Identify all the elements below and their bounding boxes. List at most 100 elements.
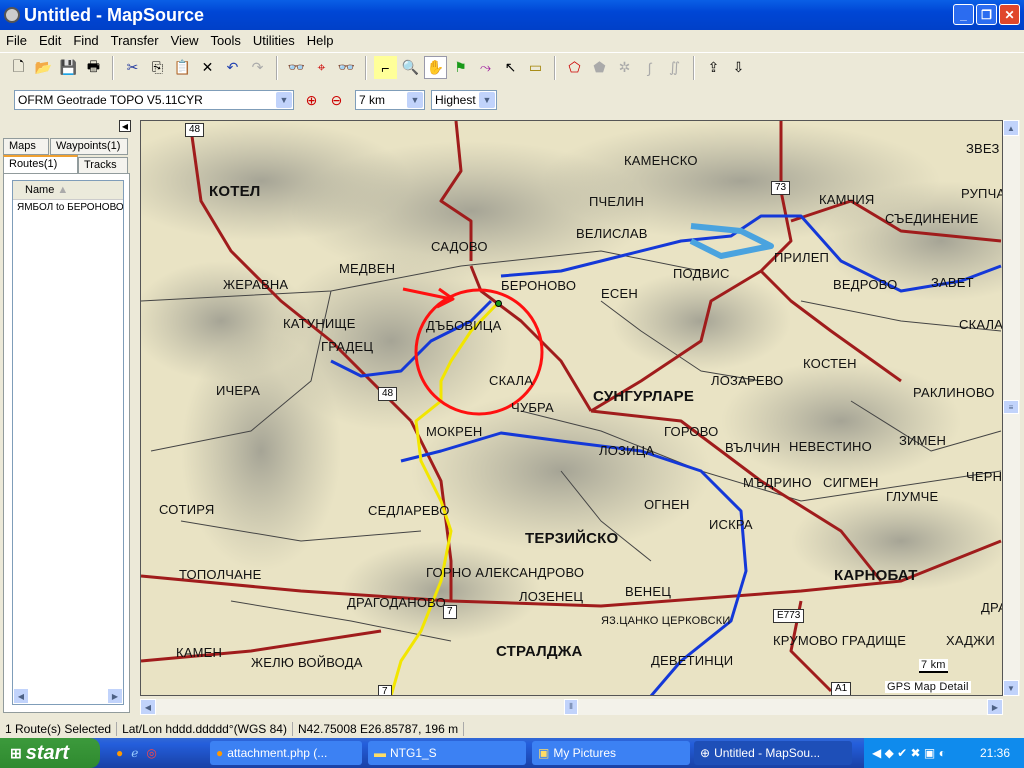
- map-detail-label: GPS Map Detail: [885, 681, 971, 693]
- maximize-button[interactable]: ❐: [976, 4, 997, 25]
- tray-icons[interactable]: ◀ ◆ ✔ ✖ ▣ ◐: [872, 746, 946, 760]
- chevron-down-icon[interactable]: ▼: [276, 92, 292, 108]
- task-label: My Pictures: [553, 746, 617, 760]
- find-recent-icon[interactable]: 👓: [335, 56, 358, 79]
- minimize-button[interactable]: _: [953, 4, 974, 25]
- town-label: СОТИРЯ: [159, 502, 215, 517]
- town-label: ЛОЗАРЕВО: [711, 373, 784, 388]
- menu-file[interactable]: File: [0, 33, 33, 48]
- split-icon[interactable]: ✲: [613, 56, 636, 79]
- vertical-scroll-thumb[interactable]: ≡: [1003, 400, 1019, 414]
- main-toolbar: 🗋 📂 💾 🖶 ✂ ⎘ 📋 ✕ ↶ ↷ 👓 ⌖ 👓 ⌐ 🔍 ✋ ⚑ ⤳ ↖ ▭ …: [0, 52, 1024, 82]
- zoom-in-icon[interactable]: ⊕: [300, 89, 323, 112]
- map-horizontal-scrollbar[interactable]: ◀ ⦀ ▶: [140, 699, 1003, 715]
- paste-icon[interactable]: 📋: [171, 56, 194, 79]
- join-icon[interactable]: ∫: [638, 56, 661, 79]
- find-nearest-icon[interactable]: ⌖: [310, 56, 333, 79]
- town-label: СУНГУРЛАРЕ: [593, 388, 695, 405]
- collapse-panel-icon[interactable]: ◀: [119, 120, 131, 132]
- detail-value: Highest: [435, 93, 476, 107]
- task-label: attachment.php (...: [227, 746, 328, 760]
- save-icon[interactable]: 💾: [57, 56, 80, 79]
- waypoint-tool-icon[interactable]: ⚑: [449, 56, 472, 79]
- town-label: ВЕНЕЦ: [625, 584, 672, 599]
- town-label: ВЕДРОВО: [833, 277, 898, 292]
- menu-view[interactable]: View: [165, 33, 205, 48]
- town-label: ДРАГОДАНОВО: [347, 595, 446, 610]
- task-mapsource[interactable]: ⊕ Untitled - MapSou...: [694, 741, 852, 765]
- menu-edit[interactable]: Edit: [33, 33, 67, 48]
- mapsource-icon: ⊕: [700, 746, 711, 760]
- send-to-device-icon[interactable]: ⇩: [727, 56, 750, 79]
- scroll-up-button[interactable]: ▲: [1003, 120, 1019, 136]
- chevron-down-icon[interactable]: ▼: [479, 92, 495, 108]
- find-icon[interactable]: 👓: [285, 56, 308, 79]
- copy-icon[interactable]: ⎘: [146, 56, 169, 79]
- zoom-tool-icon[interactable]: 🔍: [399, 56, 422, 79]
- route-tool-icon[interactable]: ⤳: [474, 56, 497, 79]
- menu-tools[interactable]: Tools: [205, 33, 247, 48]
- town-label: КАРНОБАТ: [834, 567, 918, 584]
- measure-tool-icon[interactable]: ▭: [524, 56, 547, 79]
- town-label: ДЕВЕТИНЦИ: [651, 653, 734, 668]
- task-attachment[interactable]: ● attachment.php (...: [210, 741, 362, 765]
- erase-icon[interactable]: ⬟: [588, 56, 611, 79]
- cursor-position: N42.75008 E26.85787, 196 m: [293, 722, 465, 736]
- new-icon[interactable]: 🗋: [7, 56, 30, 79]
- town-label: СИГМЕН: [823, 475, 879, 490]
- detail-select[interactable]: Highest ▼: [431, 90, 497, 110]
- ie-quicklaunch-icon[interactable]: ℯ: [131, 746, 138, 760]
- cut-icon[interactable]: ✂: [121, 56, 144, 79]
- print-icon[interactable]: 🖶: [82, 56, 105, 79]
- scroll-left-button[interactable]: ◀: [140, 699, 156, 715]
- receive-from-device-icon[interactable]: ⇪: [702, 56, 725, 79]
- map-tool-icon[interactable]: ⬠: [563, 56, 586, 79]
- town-label: ЕСЕН: [601, 286, 638, 301]
- task-label: Untitled - MapSou...: [714, 746, 821, 760]
- zoom-level-select[interactable]: 7 km ▼: [355, 90, 425, 110]
- chevron-down-icon[interactable]: ▼: [407, 92, 423, 108]
- zoom-level-value: 7 km: [359, 93, 386, 107]
- task-my-pictures[interactable]: ▣ My Pictures: [532, 741, 690, 765]
- waypoint-marker[interactable]: [495, 300, 502, 307]
- task-ntg1[interactable]: ▬ NTG1_S: [368, 741, 526, 765]
- delete-icon[interactable]: ✕: [196, 56, 219, 79]
- town-label: ЧЕРН: [966, 469, 1003, 484]
- start-button[interactable]: ⊞ start: [0, 738, 100, 768]
- horizontal-scroll-thumb[interactable]: ⦀: [564, 699, 578, 715]
- road-shield: 48: [378, 387, 398, 401]
- redo-icon[interactable]: ↷: [246, 56, 269, 79]
- tab-maps[interactable]: Maps: [3, 138, 49, 155]
- firefox-quicklaunch-icon[interactable]: ●: [116, 746, 123, 760]
- filter-icon[interactable]: ∬: [663, 56, 686, 79]
- scroll-right-button[interactable]: ▶: [987, 699, 1003, 715]
- zoom-out-icon[interactable]: ⊖: [325, 89, 348, 112]
- town-label: ПОДВИС: [673, 266, 730, 281]
- scroll-right-button[interactable]: ▶: [107, 688, 123, 704]
- town-label: СКАЛА: [959, 317, 1003, 332]
- selection-tool-icon[interactable]: ⌐: [374, 56, 397, 79]
- scroll-down-button[interactable]: ▼: [1003, 680, 1019, 696]
- town-label: ПЧЕЛИН: [589, 194, 645, 209]
- open-icon[interactable]: 📂: [32, 56, 55, 79]
- map-vertical-scrollbar[interactable]: ▲ ≡ ▼: [1003, 120, 1020, 696]
- route-list-item[interactable]: ЯМБОЛ to БЕРОНОВО: [13, 200, 123, 215]
- menu-transfer[interactable]: Transfer: [105, 33, 165, 48]
- map-product-select[interactable]: OFRM Geotrade TOPO V5.11CYR ▼: [14, 90, 294, 110]
- tab-tracks[interactable]: Tracks: [78, 157, 128, 174]
- opera-quicklaunch-icon[interactable]: ◎: [146, 746, 156, 760]
- scroll-left-button[interactable]: ◀: [13, 688, 29, 704]
- pointer-tool-icon[interactable]: ↖: [499, 56, 522, 79]
- undo-icon[interactable]: ↶: [221, 56, 244, 79]
- close-button[interactable]: ✕: [999, 4, 1020, 25]
- tab-waypoints[interactable]: Waypoints(1): [50, 138, 128, 155]
- menu-help[interactable]: Help: [301, 33, 340, 48]
- tab-routes[interactable]: Routes(1): [3, 155, 78, 174]
- town-label: СЕДЛАРЕВО: [368, 503, 450, 518]
- hand-tool-icon[interactable]: ✋: [424, 56, 447, 79]
- name-column-header[interactable]: Name ▲: [13, 181, 123, 200]
- menu-find[interactable]: Find: [67, 33, 104, 48]
- town-label: ЯЗ.ЦАНКО ЦЕРКОВСКИ: [601, 615, 731, 627]
- menu-utilities[interactable]: Utilities: [247, 33, 301, 48]
- map-view[interactable]: КОТЕЛ КАМЕНСКО ЗВЕЗ ПЧЕЛИН КАМЧИЯ РУПЧА ВЕЛИСЛ…: [140, 120, 1003, 696]
